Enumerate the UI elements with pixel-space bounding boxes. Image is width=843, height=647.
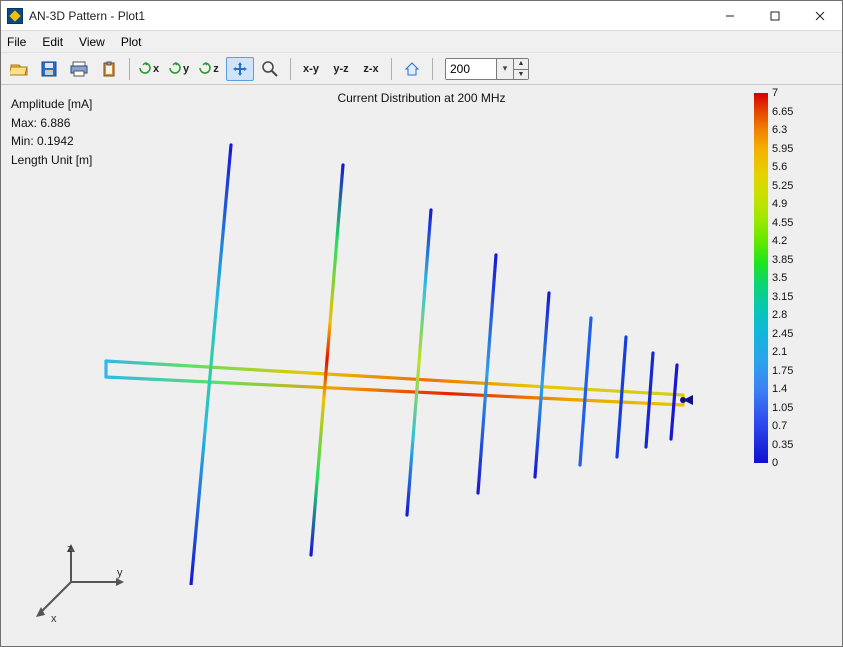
separator — [432, 58, 433, 80]
floppy-disk-icon — [41, 61, 57, 77]
folder-open-icon — [10, 61, 28, 77]
menu-plot[interactable]: Plot — [121, 35, 142, 49]
menu-file[interactable]: File — [7, 35, 26, 49]
legend-tick: 3.85 — [772, 254, 793, 266]
window-title: AN-3D Pattern - Plot1 — [29, 9, 145, 23]
frequency-dropdown[interactable]: ▾ — [496, 59, 513, 79]
axis-z-label: z — [211, 63, 221, 75]
axis-x-text: x — [51, 613, 57, 625]
home-view-button[interactable] — [398, 57, 426, 81]
legend-tick: 2.8 — [772, 309, 787, 321]
legend-tick: 4.55 — [772, 217, 793, 229]
save-button[interactable] — [35, 57, 63, 81]
color-legend-ticks: 7 6.65 6.3 5.95 5.6 5.25 4.9 4.55 4.2 3.… — [772, 93, 810, 463]
close-button[interactable] — [797, 1, 842, 30]
legend-tick: 1.05 — [772, 402, 793, 414]
title-bar: AN-3D Pattern - Plot1 — [1, 1, 842, 31]
legend-tick: 3.5 — [772, 272, 787, 284]
menu-bar: File Edit View Plot — [1, 31, 842, 53]
axis-x-label: x — [151, 63, 161, 75]
frequency-input[interactable] — [446, 59, 496, 79]
color-legend-bar — [754, 93, 768, 463]
spin-down-button[interactable]: ▼ — [514, 69, 528, 79]
rotate-arrow-icon — [169, 62, 181, 76]
rotate-y-button[interactable]: y — [166, 57, 194, 81]
view-yz-button[interactable]: y-z — [327, 57, 355, 81]
legend-tick: 0.35 — [772, 439, 793, 451]
plot-title: Current Distribution at 200 MHz — [337, 91, 505, 105]
amplitude-label: Amplitude [mA] — [11, 95, 92, 114]
toolbar: x y z x-y y-z z-x — [1, 53, 842, 85]
legend-tick: 2.45 — [772, 328, 793, 340]
legend-tick: 6.65 — [772, 106, 793, 118]
legend-tick: 4.9 — [772, 198, 787, 210]
legend-tick: 4.2 — [772, 235, 787, 247]
view-yz-label: y-z — [331, 63, 350, 75]
view-xy-label: x-y — [301, 63, 321, 75]
chevron-down-icon: ▾ — [497, 59, 513, 79]
legend-tick: 2.1 — [772, 346, 787, 358]
home-icon — [404, 61, 420, 77]
minimize-button[interactable] — [707, 1, 752, 30]
rotate-arrow-icon — [139, 62, 151, 76]
app-window: AN-3D Pattern - Plot1 File Edit View Plo… — [0, 0, 843, 647]
rotate-x-button[interactable]: x — [136, 57, 164, 81]
color-legend: 7 6.65 6.3 5.95 5.6 5.25 4.9 4.55 4.2 3.… — [754, 93, 810, 463]
separator — [391, 58, 392, 80]
legend-tick: 1.4 — [772, 383, 787, 395]
legend-tick: 5.25 — [772, 180, 793, 192]
frequency-selector: ▾ ▲ ▼ — [445, 58, 529, 80]
pan-button[interactable] — [226, 57, 254, 81]
frequency-spinner: ▲ ▼ — [513, 59, 528, 79]
separator — [290, 58, 291, 80]
antenna-model — [81, 115, 721, 585]
legend-tick: 3.15 — [772, 291, 793, 303]
pan-arrows-icon — [232, 61, 248, 77]
app-icon — [7, 8, 23, 24]
printer-icon — [70, 61, 88, 77]
menu-edit[interactable]: Edit — [42, 35, 63, 49]
view-zx-button[interactable]: z-x — [357, 57, 385, 81]
legend-tick: 0.7 — [772, 420, 787, 432]
legend-tick: 5.95 — [772, 143, 793, 155]
magnifier-icon — [262, 61, 278, 77]
view-xy-button[interactable]: x-y — [297, 57, 325, 81]
plot-area[interactable]: Amplitude [mA] Max: 6.886 Min: 0.1942 Le… — [1, 85, 842, 646]
legend-tick: 7 — [772, 87, 778, 99]
axis-y-label: y — [181, 63, 191, 75]
print-button[interactable] — [65, 57, 93, 81]
view-zx-label: z-x — [361, 63, 380, 75]
open-button[interactable] — [5, 57, 33, 81]
menu-view[interactable]: View — [79, 35, 105, 49]
clipboard-button[interactable] — [95, 57, 123, 81]
spin-up-button[interactable]: ▲ — [514, 59, 528, 69]
zoom-button[interactable] — [256, 57, 284, 81]
legend-tick: 5.6 — [772, 161, 787, 173]
legend-tick: 1.75 — [772, 365, 793, 377]
clipboard-icon — [102, 61, 116, 77]
legend-tick: 6.3 — [772, 124, 787, 136]
axis-z-text: z — [67, 543, 73, 555]
maximize-button[interactable] — [752, 1, 797, 30]
rotate-z-button[interactable]: z — [196, 57, 224, 81]
rotate-arrow-icon — [199, 62, 211, 76]
separator — [129, 58, 130, 80]
legend-tick: 0 — [772, 457, 778, 469]
